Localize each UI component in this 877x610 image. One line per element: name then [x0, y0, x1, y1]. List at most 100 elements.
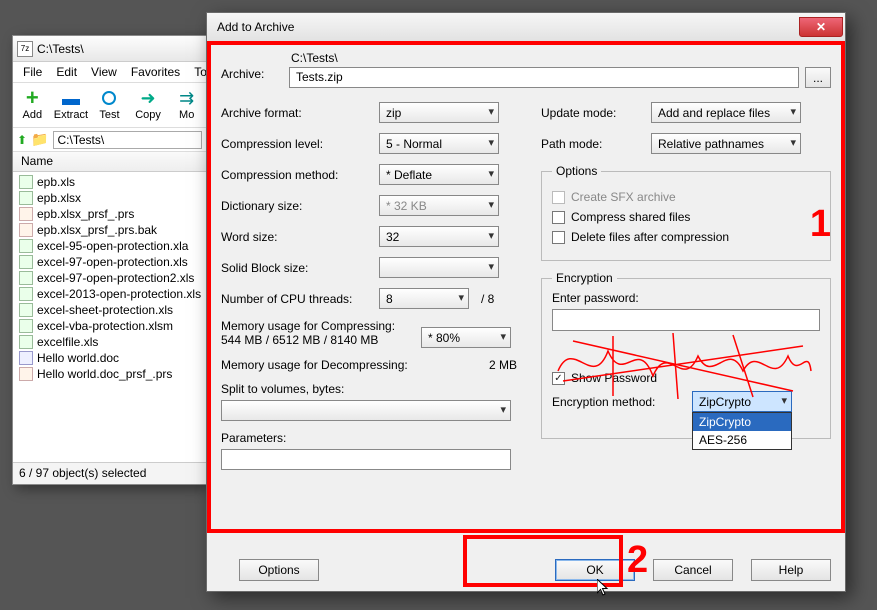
menu-favorites[interactable]: Favorites	[125, 64, 186, 80]
file-icon	[19, 319, 33, 333]
delete-checkbox[interactable]: Delete files after compression	[552, 230, 820, 244]
annotation-1: 1	[810, 203, 831, 246]
options-legend: Options	[552, 164, 601, 178]
dialog-title: Add to Archive	[217, 20, 799, 34]
browse-button[interactable]: ...	[805, 67, 831, 88]
file-name: excel-97-open-protection.xls	[37, 255, 188, 269]
split-combo[interactable]	[221, 400, 511, 421]
close-button[interactable]: ✕	[799, 17, 843, 37]
update-combo[interactable]: Add and replace files	[651, 102, 801, 123]
file-row[interactable]: epb.xlsx_prsf_.prs.bak	[13, 222, 206, 238]
file-name: epb.xls	[37, 175, 75, 189]
file-row[interactable]: epb.xlsx	[13, 190, 206, 206]
minus-icon	[60, 87, 82, 109]
path-input[interactable]: C:\Tests\	[53, 131, 203, 149]
file-row[interactable]: excel-vba-protection.xlsm	[13, 318, 206, 334]
mouse-cursor	[597, 579, 609, 597]
pathmode-label: Path mode:	[541, 137, 651, 151]
up-icon[interactable]: ⬆	[17, 133, 27, 147]
block-label: Solid Block size:	[221, 261, 379, 275]
file-icon	[19, 335, 33, 349]
file-manager-window: 7z C:\Tests\ File Edit View Favorites To…	[12, 35, 207, 485]
file-icon	[19, 191, 33, 205]
file-icon	[19, 287, 33, 301]
file-row[interactable]: epb.xlsx_prsf_.prs	[13, 206, 206, 222]
file-row[interactable]: excel-97-open-protection.xls	[13, 254, 206, 270]
advanced-options-button[interactable]: Options	[239, 559, 319, 581]
file-icon	[19, 255, 33, 269]
folder-icon: 📁	[31, 131, 48, 148]
enc-method-label: Encryption method:	[552, 395, 692, 409]
word-label: Word size:	[221, 230, 379, 244]
file-name: excel-2013-open-protection.xls	[37, 287, 201, 301]
fm-menubar: File Edit View Favorites To	[13, 62, 206, 82]
file-icon	[19, 207, 33, 221]
ok-button[interactable]: OK	[555, 559, 635, 581]
arrow-right-icon: ➜	[137, 87, 159, 109]
file-row[interactable]: excel-97-open-protection2.xls	[13, 270, 206, 286]
help-button[interactable]: Help	[751, 559, 831, 581]
sfx-checkbox: Create SFX archive	[552, 190, 820, 204]
file-icon	[19, 367, 33, 381]
file-row[interactable]: excel-sheet-protection.xls	[13, 302, 206, 318]
pathmode-combo[interactable]: Relative pathnames	[651, 133, 801, 154]
menu-view[interactable]: View	[85, 64, 123, 80]
statusbar: 6 / 97 object(s) selected	[13, 462, 206, 484]
encryption-group: Encryption Enter password: ✓Show Passwor…	[541, 271, 831, 439]
memc-combo[interactable]: * 80%	[421, 327, 511, 348]
tb-extract[interactable]: Extract	[52, 85, 91, 125]
method-combo[interactable]: * Deflate	[379, 164, 499, 185]
menu-edit[interactable]: Edit	[50, 64, 83, 80]
fm-title: C:\Tests\	[37, 42, 84, 56]
file-row[interactable]: Hello world.doc_prsf_.prs	[13, 366, 206, 382]
file-row[interactable]: epb.xls	[13, 174, 206, 190]
param-input[interactable]	[221, 449, 511, 470]
dict-label: Dictionary size:	[221, 199, 379, 213]
file-list: epb.xlsepb.xlsxepb.xlsx_prsf_.prsepb.xls…	[13, 172, 206, 384]
level-combo[interactable]: 5 - Normal	[379, 133, 499, 154]
shared-checkbox[interactable]: Compress shared files	[552, 210, 820, 224]
cpu-label: Number of CPU threads:	[221, 292, 379, 306]
password-input[interactable]	[552, 309, 820, 331]
word-combo[interactable]: 32	[379, 226, 499, 247]
file-icon	[19, 271, 33, 285]
file-row[interactable]: Hello world.doc	[13, 350, 206, 366]
file-name: Hello world.doc_prsf_.prs	[37, 367, 172, 381]
cpu-combo[interactable]: 8	[379, 288, 469, 309]
tb-copy[interactable]: ➜Copy	[129, 85, 168, 125]
encryption-legend: Encryption	[552, 271, 617, 285]
dialog-titlebar: Add to Archive ✕	[207, 13, 845, 41]
add-to-archive-dialog: Add to Archive ✕ Archive: C:\Tests\ Test…	[206, 12, 846, 592]
fm-pathbar: ⬆ 📁 C:\Tests\	[13, 128, 206, 152]
file-row[interactable]: excel-2013-open-protection.xls	[13, 286, 206, 302]
method-label: Compression method:	[221, 168, 379, 182]
show-password-checkbox[interactable]: ✓Show Password	[552, 371, 820, 385]
memc-label: Memory usage for Compressing:	[221, 319, 421, 333]
menu-file[interactable]: File	[17, 64, 48, 80]
double-arrow-icon: ⇉	[176, 87, 198, 109]
file-row[interactable]: excelfile.xls	[13, 334, 206, 350]
tb-add[interactable]: +Add	[13, 85, 52, 125]
archive-dir: C:\Tests\	[289, 51, 831, 67]
file-row[interactable]: excel-95-open-protection.xla	[13, 238, 206, 254]
enc-option-aes256[interactable]: AES-256	[693, 431, 791, 449]
cancel-button[interactable]: Cancel	[653, 559, 733, 581]
block-combo[interactable]	[379, 257, 499, 278]
list-header-name[interactable]: Name	[13, 152, 206, 172]
fm-toolbar: +Add Extract Test ➜Copy ⇉Mo	[13, 82, 206, 128]
param-label: Parameters:	[221, 431, 286, 445]
memd-label: Memory usage for Decompressing:	[221, 358, 431, 372]
enter-password-label: Enter password:	[552, 291, 820, 305]
plus-icon: +	[21, 87, 43, 109]
archive-name-input[interactable]: Tests.zip	[289, 67, 799, 88]
update-label: Update mode:	[541, 106, 651, 120]
format-combo[interactable]: zip	[379, 102, 499, 123]
tb-move[interactable]: ⇉Mo	[167, 85, 206, 125]
enc-option-zipcrypto[interactable]: ZipCrypto	[693, 413, 791, 431]
archive-label: Archive:	[221, 51, 289, 81]
dict-combo[interactable]: * 32 KB	[379, 195, 499, 216]
tb-test[interactable]: Test	[90, 85, 129, 125]
enc-method-combo[interactable]: ZipCrypto	[692, 391, 792, 412]
file-name: excelfile.xls	[37, 335, 98, 349]
enc-method-dropdown: ZipCrypto AES-256	[692, 412, 792, 450]
